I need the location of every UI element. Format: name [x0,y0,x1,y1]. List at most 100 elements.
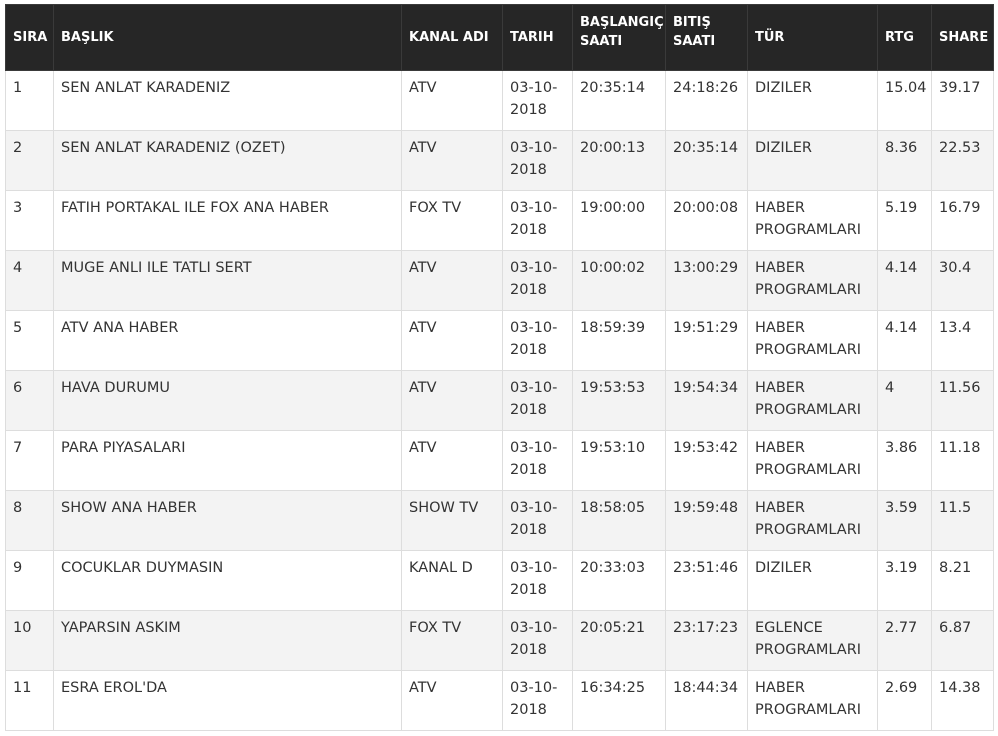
cell-rating-text: 15.04 [885,80,927,96]
cell-end-time-text: 24:18:26 [673,80,739,96]
cell-genre-text: DIZILER [755,80,812,96]
cell-genre: DIZILER [747,130,878,191]
cell-date: 03-10- 2018 [502,310,573,371]
cell-date: 03-10- 2018 [502,610,573,671]
cell-channel-text: FOX TV [409,200,462,216]
cell-date-text: 03-10- [510,560,558,576]
table-header: SIRA BAŞLIK KANAL ADI TARIH BAŞLANGIÇ SAA… [5,4,994,71]
header-genre[interactable]: TÜR [747,4,878,71]
cell-share-text: 6.87 [939,620,972,636]
cell-date-text: 2018 [510,282,547,298]
cell-rank-text: 7 [13,440,23,456]
cell-title: YAPARSIN ASKIM [53,610,402,671]
cell-rank: 8 [5,490,54,551]
cell-date-text: 2018 [510,642,547,658]
cell-end-time-text: 23:51:46 [673,560,739,576]
cell-genre-text: PROGRAMLARI [755,282,862,298]
cell-share-text: 30.4 [939,260,972,276]
cell-genre: DIZILER [747,70,878,131]
cell-rank-text: 5 [13,320,23,336]
cell-rating: 2.69 [877,670,932,731]
header-rating[interactable]: RTG [877,4,932,71]
header-date[interactable]: TARIH [502,4,573,71]
cell-rating: 8.36 [877,130,932,191]
table-row: 11 ESRA EROL'DA ATV 03-10- 2018 16:34:25 18:44… [5,670,994,731]
cell-channel-text: ATV [409,320,437,336]
cell-start-time: 19:00:00 [572,190,666,251]
cell-title-text: COCUKLAR DUYMASIN [61,560,224,576]
table-row: 4 MUGE ANLI ILE TATLI SERT ATV 03-10- 2018 10… [5,250,994,311]
header-end-time-line1: BITIŞ [673,15,711,30]
cell-date-text: 03-10- [510,320,558,336]
cell-start-time: 18:58:05 [572,490,666,551]
cell-rank-text: 4 [13,260,23,276]
cell-start-time: 19:53:10 [572,430,666,491]
cell-end-time-text: 20:00:08 [673,200,739,216]
cell-date-text: 2018 [510,462,547,478]
header-end-time[interactable]: BITIŞ SAATI [665,4,748,71]
cell-start-time: 20:00:13 [572,130,666,191]
cell-title: ESRA EROL'DA [53,670,402,731]
cell-channel-text: SHOW TV [409,500,479,516]
cell-title-text: ESRA EROL'DA [61,680,167,696]
cell-title: ATV ANA HABER [53,310,402,371]
cell-rank-text: 9 [13,560,23,576]
cell-rating-text: 5.19 [885,200,918,216]
cell-title: FATIH PORTAKAL ILE FOX ANA HABER [53,190,402,251]
cell-date-text: 03-10- [510,500,558,516]
cell-rank-text: 2 [13,140,23,156]
cell-channel-text: ATV [409,140,437,156]
cell-title-text: YAPARSIN ASKIM [61,620,181,636]
cell-start-time-text: 10:00:02 [580,260,646,276]
cell-rank-text: 8 [13,500,23,516]
cell-title-text: FATIH PORTAKAL ILE FOX ANA HABER [61,200,329,216]
cell-title: HAVA DURUMU [53,370,402,431]
cell-start-time: 18:59:39 [572,310,666,371]
cell-start-time-text: 19:00:00 [580,200,646,216]
cell-rating-text: 4.14 [885,320,918,336]
cell-date-text: 03-10- [510,620,558,636]
cell-date-text: 2018 [510,402,547,418]
cell-genre-text: PROGRAMLARI [755,342,862,358]
cell-start-time: 16:34:25 [572,670,666,731]
cell-end-time-text: 19:51:29 [673,320,739,336]
cell-rating-text: 4 [885,380,895,396]
cell-share: 30.4 [931,250,994,311]
cell-end-time: 19:53:42 [665,430,748,491]
cell-end-time-text: 19:53:42 [673,440,739,456]
cell-start-time: 20:35:14 [572,70,666,131]
cell-genre: HABER PROGRAMLARI [747,670,878,731]
cell-genre: HABER PROGRAMLARI [747,190,878,251]
table-row: 3 FATIH PORTAKAL ILE FOX ANA HABER FOX TV 0… [5,190,994,251]
header-rank[interactable]: SIRA [5,4,54,71]
cell-genre: HABER PROGRAMLARI [747,370,878,431]
cell-channel-text: FOX TV [409,620,462,636]
cell-rank: 3 [5,190,54,251]
cell-share-text: 8.21 [939,560,972,576]
cell-end-time: 23:17:23 [665,610,748,671]
cell-rank: 6 [5,370,54,431]
cell-date-text: 03-10- [510,680,558,696]
cell-genre-text: PROGRAMLARI [755,222,862,238]
header-share[interactable]: SHARE [931,4,994,71]
cell-rating: 15.04 [877,70,932,131]
cell-end-time-text: 19:54:34 [673,380,739,396]
header-start-time[interactable]: BAŞLANGIÇ SAATI [572,4,666,71]
cell-date-text: 03-10- [510,440,558,456]
cell-start-time: 19:53:53 [572,370,666,431]
header-start-time-line2: SAATI [580,34,623,49]
cell-start-time: 20:33:03 [572,550,666,611]
cell-start-time: 10:00:02 [572,250,666,311]
cell-end-time: 20:00:08 [665,190,748,251]
cell-genre-text: HABER [755,200,806,216]
cell-channel-text: KANAL D [409,560,473,576]
table-row: 1 SEN ANLAT KARADENIZ ATV 03-10- 2018 20:35:1… [5,70,994,131]
cell-rating: 4.14 [877,310,932,371]
header-channel[interactable]: KANAL ADI [401,4,503,71]
header-title[interactable]: BAŞLIK [53,4,402,71]
cell-start-time-text: 18:58:05 [580,500,646,516]
cell-rank: 1 [5,70,54,131]
cell-date-text: 03-10- [510,140,558,156]
cell-start-time-text: 20:35:14 [580,80,646,96]
cell-genre-text: HABER [755,380,806,396]
